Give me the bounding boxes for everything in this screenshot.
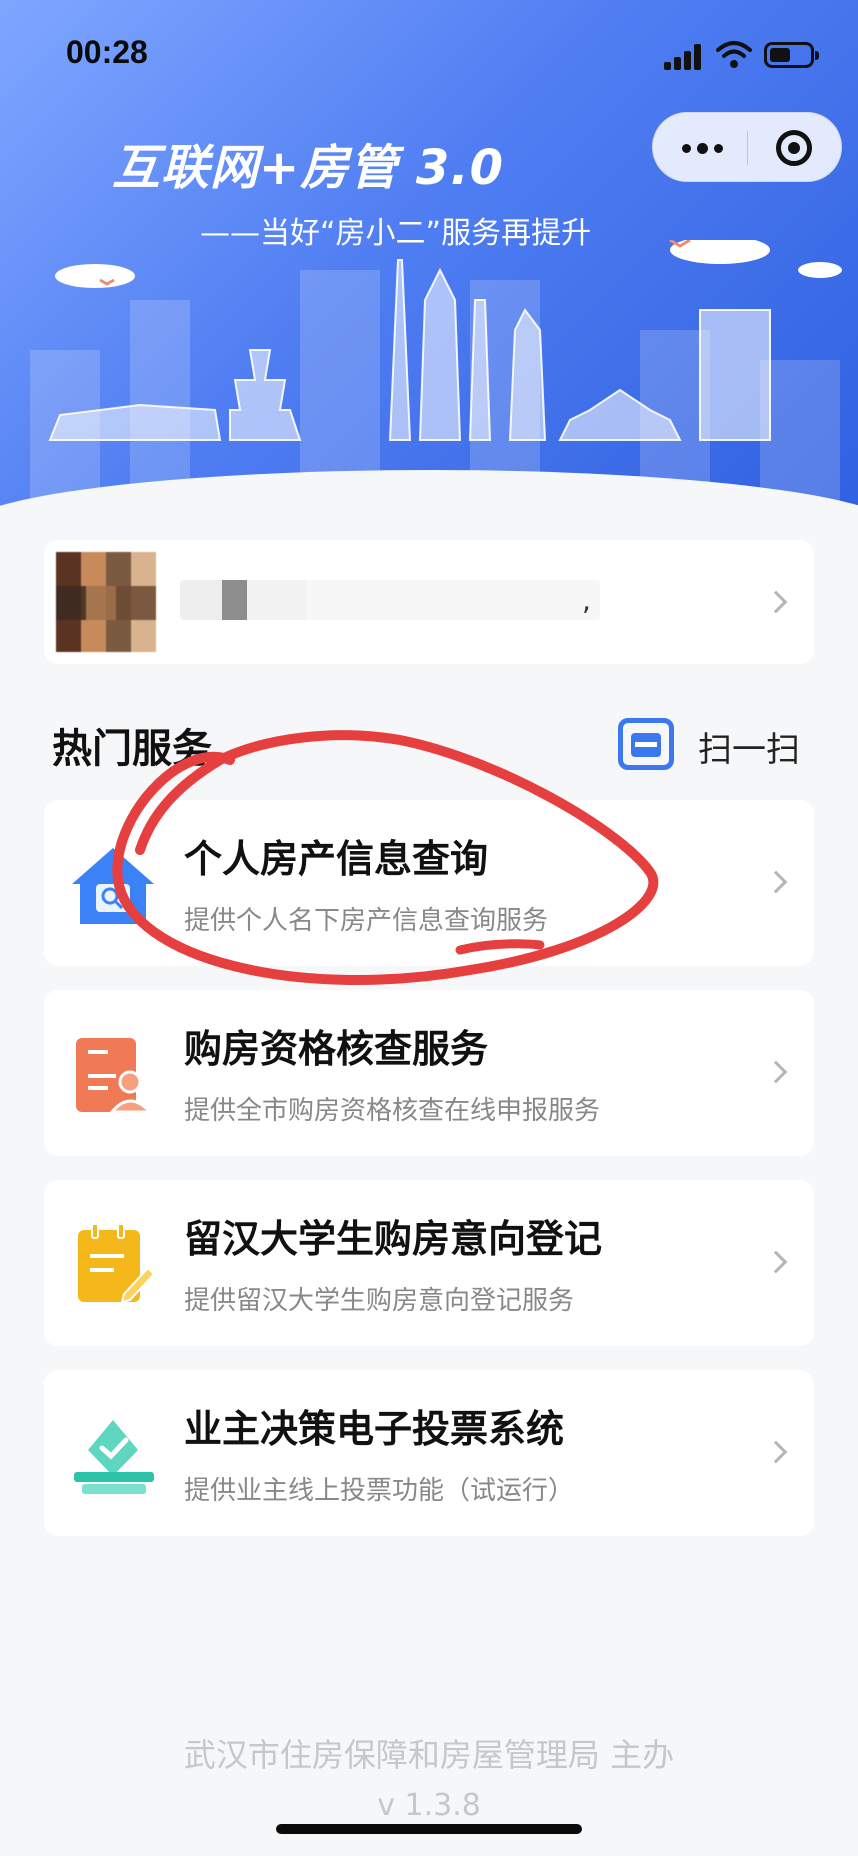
chevron-right-icon (764, 1060, 788, 1084)
scan-button[interactable]: 扫一扫 (618, 712, 818, 772)
wifi-icon (716, 41, 752, 68)
service-title: 留汉大学生购房意向登记 (184, 1217, 603, 1261)
battery-icon (764, 42, 819, 68)
chevron-right-icon (764, 870, 788, 894)
house-search-icon (72, 848, 154, 924)
chevron-right-icon (764, 1440, 788, 1464)
user-profile-card[interactable]: , (44, 540, 814, 664)
user-info-comma: , (582, 584, 591, 617)
footer-organizer: 武汉市住房保障和房屋管理局 主办 (183, 1736, 675, 1774)
chevron-right-icon (764, 590, 788, 614)
section-title-hot-services: 热门服务 (52, 726, 212, 772)
more-options-button[interactable] (665, 123, 739, 173)
service-card-graduate-registration[interactable]: 留汉大学生购房意向登记 提供留汉大学生购房意向登记服务 (44, 1180, 814, 1346)
service-title: 购房资格核查服务 (184, 1027, 489, 1071)
banner-subtitle: ——当好“房小二”服务再提升 (200, 216, 592, 251)
service-description: 提供个人名下房产信息查询服务 (184, 906, 549, 936)
service-card-purchase-qualification[interactable]: 购房资格核查服务 提供全市购房资格核查在线申报服务 (44, 990, 814, 1156)
banner-title: 互联网+房管 3.0 (112, 140, 504, 196)
service-title: 个人房产信息查询 (184, 837, 489, 881)
status-time: 00:28 (66, 34, 148, 70)
home-indicator[interactable] (276, 1824, 582, 1834)
capsule-divider (747, 131, 748, 165)
ballot-box-icon (74, 1420, 154, 1494)
service-card-property-query[interactable]: 个人房产信息查询 提供个人名下房产信息查询服务 (44, 800, 814, 966)
user-info-redacted (180, 580, 600, 620)
miniprogram-capsule (652, 112, 842, 182)
close-miniprogram-button[interactable] (757, 123, 831, 173)
service-card-owner-voting[interactable]: 业主决策电子投票系统 提供业主线上投票功能（试运行） (44, 1370, 814, 1536)
footer-version: v 1.3.8 (377, 1788, 481, 1823)
cellular-signal-icon (664, 44, 704, 70)
service-title: 业主决策电子投票系统 (184, 1407, 565, 1451)
scan-label: 扫一扫 (698, 730, 800, 770)
target-close-icon (776, 130, 812, 166)
status-bar: 00:28 (0, 0, 858, 110)
service-description: 提供业主线上投票功能（试运行） (184, 1476, 575, 1506)
service-description: 提供全市购房资格核查在线申报服务 (184, 1096, 601, 1126)
avatar (56, 552, 156, 652)
service-description: 提供留汉大学生购房意向登记服务 (184, 1286, 575, 1316)
chevron-right-icon (764, 1250, 788, 1274)
notepad-pencil-icon (78, 1223, 156, 1304)
document-person-icon (76, 1038, 154, 1114)
scan-icon (618, 718, 674, 770)
